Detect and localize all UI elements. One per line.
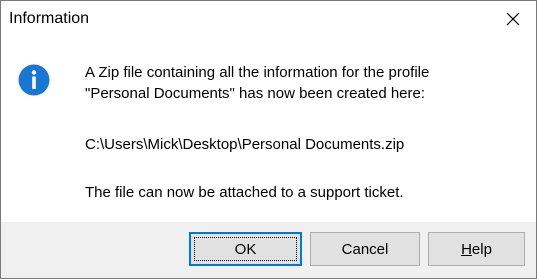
help-button[interactable]: Help bbox=[428, 232, 525, 266]
message-line-2: "Personal Documents" has now been create… bbox=[85, 85, 426, 102]
message-line-1: A Zip file containing all the informatio… bbox=[85, 64, 430, 81]
help-button-label: Help bbox=[461, 241, 492, 258]
button-bar: OK Cancel Help bbox=[1, 222, 536, 278]
help-mnemonic: H bbox=[461, 240, 472, 258]
dialog-content: A Zip file containing all the informatio… bbox=[1, 37, 536, 222]
close-icon bbox=[506, 12, 520, 26]
focus-rectangle bbox=[194, 237, 297, 261]
dialog-title: Information bbox=[9, 10, 90, 27]
cancel-button[interactable]: Cancel bbox=[310, 232, 420, 266]
help-label-rest: elp bbox=[471, 240, 492, 258]
zip-file-path: C:\Users\Mick\Desktop\Personal Documents… bbox=[85, 136, 405, 153]
title-bar[interactable]: Information bbox=[1, 1, 536, 37]
info-icon bbox=[18, 64, 50, 96]
close-button[interactable] bbox=[490, 1, 536, 37]
message-note: The file can now be attached to a suppor… bbox=[85, 184, 404, 201]
ok-button[interactable]: OK bbox=[189, 232, 302, 266]
information-dialog: Information A Zip file containing all th… bbox=[0, 0, 537, 279]
cancel-button-label: Cancel bbox=[341, 240, 389, 258]
